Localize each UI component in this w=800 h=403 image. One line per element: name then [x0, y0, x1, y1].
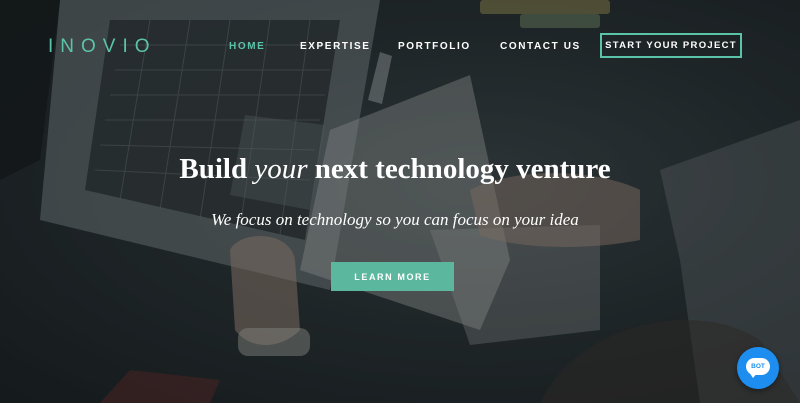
hero-background: [0, 0, 800, 403]
hero-subheadline: We focus on technology so you can focus …: [211, 210, 579, 229]
dark-overlay: [0, 0, 800, 403]
hero-headline: Build your next technology venture: [0, 152, 790, 186]
headline-part-2: next technology venture: [314, 153, 611, 185]
chat-bot-label: BOT: [751, 363, 765, 370]
nav-portfolio-link[interactable]: PORTFOLIO: [398, 39, 471, 55]
start-project-button[interactable]: START YOUR PROJECT: [600, 33, 742, 58]
nav-contact-link[interactable]: CONTACT US: [500, 39, 581, 55]
headline-emphasis: your: [254, 153, 308, 185]
nav-home-link[interactable]: HOME: [229, 39, 265, 55]
nav-expertise-link[interactable]: EXPERTISE: [300, 39, 371, 55]
chat-bot-button[interactable]: BOT: [737, 347, 779, 389]
learn-more-button[interactable]: LEARN MORE: [331, 262, 454, 291]
headline-part-1: Build: [179, 153, 248, 185]
